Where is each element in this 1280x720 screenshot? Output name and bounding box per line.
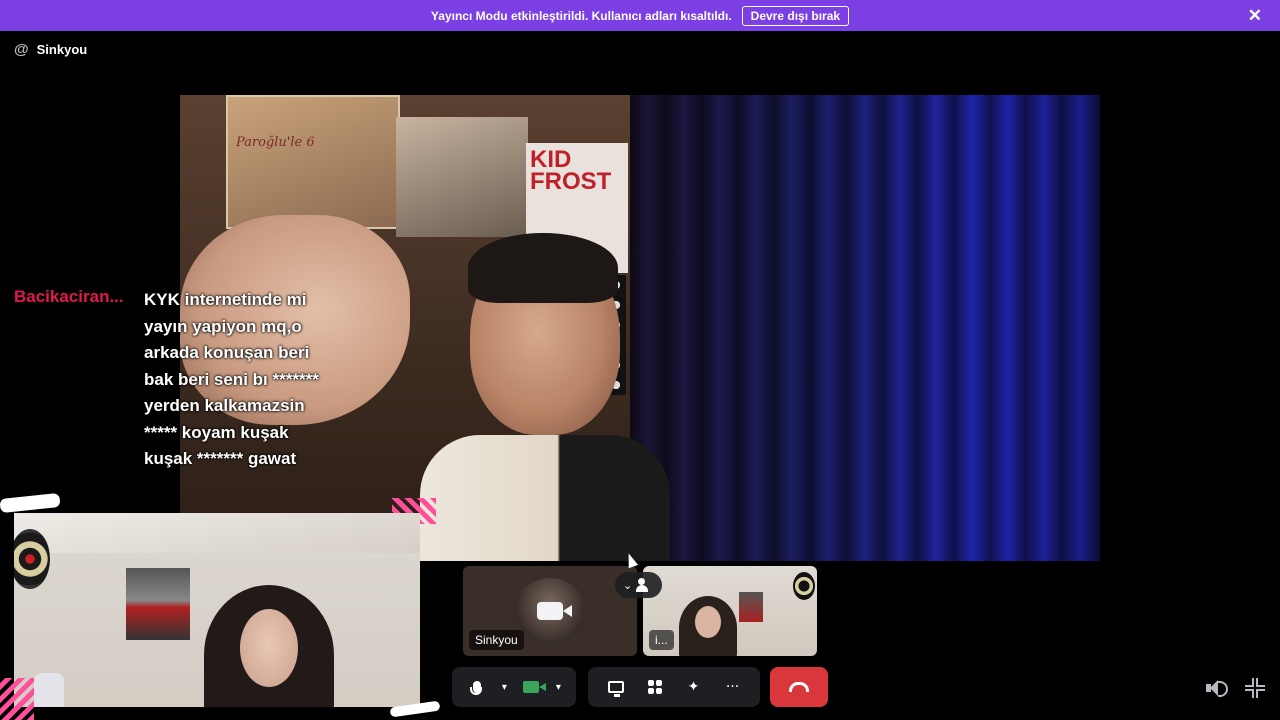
chat-message-line: arkada konuşan beri — [144, 343, 310, 362]
chevron-down-icon: ▾ — [555, 681, 561, 693]
participant-name: Sinkyou — [469, 630, 524, 650]
overlay-decoration — [0, 678, 34, 720]
guest-face — [240, 609, 298, 687]
poster: Paroğlu'le 6 — [226, 95, 400, 229]
chevron-down-icon[interactable]: ⌄ — [623, 579, 632, 592]
more-options-button[interactable]: ··· — [713, 671, 752, 703]
chat-message-line: bak beri seni bı ******* — [144, 369, 319, 389]
chat-message-line: KYK internetinde mi — [144, 290, 307, 309]
participant-tile-self[interactable]: Sinkyou — [463, 566, 637, 656]
microphone-button[interactable] — [460, 671, 495, 703]
call-action-controls: ✦ ··· — [588, 667, 760, 707]
activities-button[interactable] — [635, 671, 674, 703]
guest-camera-overlay — [14, 513, 420, 707]
participant-tile-guest[interactable]: i... — [643, 566, 817, 656]
hang-up-icon — [789, 682, 809, 692]
camera-button[interactable] — [514, 671, 549, 703]
end-call-button[interactable] — [770, 667, 828, 707]
streamer-mode-banner: Yayıncı Modu etkinleştirildi. Kullanıcı … — [0, 0, 1280, 31]
video-background-curtain — [630, 95, 1100, 561]
microphone-icon — [470, 681, 483, 695]
streamer-hair — [468, 233, 618, 303]
wall-painting — [739, 592, 763, 622]
streamer-figure — [420, 233, 670, 561]
chat-username: Bacikaciran... — [14, 287, 124, 306]
screen-share-button[interactable] — [596, 671, 635, 703]
camera-off-icon — [537, 602, 572, 620]
participant-name: i... — [649, 630, 674, 650]
people-icon[interactable] — [636, 578, 654, 592]
guest-face — [695, 606, 721, 638]
activities-icon — [647, 680, 662, 694]
avatar — [515, 578, 585, 644]
video-camera-icon — [523, 681, 547, 693]
at-icon: @ — [14, 41, 29, 58]
chat-message-line: ***** koyam kuşak — [144, 422, 289, 442]
audio-video-controls: ▾ ▾ — [452, 667, 576, 707]
close-icon[interactable]: ✕ — [1248, 6, 1262, 26]
channel-name: Sinkyou — [36, 42, 88, 57]
video-options-button[interactable]: ▾ — [549, 671, 568, 703]
room-ceiling — [14, 513, 420, 553]
audio-options-button[interactable]: ▾ — [495, 671, 514, 703]
volume-wave — [1218, 681, 1228, 697]
chat-message-line: yayın yapiyon mq,o — [144, 316, 302, 336]
disable-streamer-mode-button[interactable]: Devre dışı bırak — [741, 5, 850, 26]
chevron-down-icon: ▾ — [501, 681, 507, 693]
guest-figure — [204, 585, 334, 707]
screen-share-icon — [607, 681, 624, 697]
bottle — [34, 673, 64, 707]
soundboard-button[interactable]: ✦ — [674, 671, 713, 703]
overlay-decoration — [0, 492, 61, 514]
chat-message-line: kuşak ******* gawat — [144, 449, 297, 468]
exit-fullscreen-icon[interactable] — [1245, 678, 1265, 698]
banner-message: Yayıncı Modu etkinleştirildi. Kullanıcı … — [430, 8, 732, 23]
wall-painting — [126, 568, 190, 640]
dartboard — [793, 572, 815, 600]
channel-header: @ Sinkyou — [14, 41, 87, 58]
tile-controls[interactable]: ⌄ — [615, 572, 663, 598]
poster-text: Paroğlu'le 6 — [236, 135, 315, 150]
dartboard — [14, 529, 50, 589]
chat-message-line: yerden kalkamazsin — [144, 396, 305, 415]
chat-message: KYK internetinde mi yayın yapiyon mq,o a… — [144, 287, 354, 473]
streamer-shirt — [420, 435, 670, 561]
poster — [396, 117, 528, 237]
soundboard-icon: ✦ — [687, 679, 700, 695]
